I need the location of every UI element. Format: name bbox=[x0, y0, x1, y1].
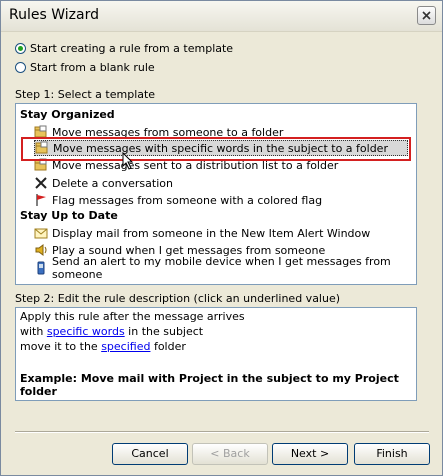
description-line-2: with specific words in the subject bbox=[20, 325, 203, 338]
specific-words-link[interactable]: specific words bbox=[47, 325, 125, 338]
list-item-flag-messages[interactable]: Flag messages from someone with a colore… bbox=[34, 192, 408, 208]
description-line-1: Apply this rule after the message arrive… bbox=[20, 310, 245, 323]
window-title: Rules Wizard bbox=[9, 7, 99, 23]
delete-x-icon bbox=[34, 176, 48, 190]
description-text: with bbox=[20, 325, 47, 338]
radio-blank-option[interactable]: Start from a blank rule bbox=[15, 59, 155, 75]
rule-description-box: Apply this rule after the message arrive… bbox=[15, 307, 417, 401]
list-item-label: Display mail from someone in the New Ite… bbox=[52, 226, 371, 240]
button-separator bbox=[15, 431, 429, 433]
step2-label: Step 2: Edit the rule description (click… bbox=[15, 292, 341, 305]
specified-folder-link[interactable]: specified bbox=[101, 340, 150, 353]
radio-template-option[interactable]: Start creating a rule from a template bbox=[15, 40, 233, 56]
rules-wizard-window: Rules Wizard Start creating a rule from … bbox=[0, 0, 443, 476]
next-button[interactable]: Next > bbox=[272, 443, 348, 465]
group-header-stay-up-to-date: Stay Up to Date bbox=[20, 209, 118, 222]
description-text: in the subject bbox=[124, 325, 204, 338]
radio-template-label: Start creating a rule from a template bbox=[30, 41, 234, 55]
example-text: Example: Move mail with Project in the s… bbox=[20, 372, 399, 398]
description-text: folder bbox=[150, 340, 186, 353]
radio-button-checked[interactable] bbox=[15, 42, 26, 54]
description-line-3: move it to the specified folder bbox=[20, 340, 186, 353]
list-item-display-alert-window[interactable]: Display mail from someone in the New Ite… bbox=[34, 225, 408, 241]
mouse-cursor-icon bbox=[122, 152, 134, 170]
alert-window-icon bbox=[34, 226, 48, 240]
cancel-button[interactable]: Cancel bbox=[112, 443, 188, 465]
description-text: move it to the bbox=[20, 340, 102, 353]
mobile-device-icon bbox=[34, 261, 48, 275]
list-item-label: Flag messages from someone with a colore… bbox=[52, 193, 323, 207]
step1-label: Step 1: Select a template bbox=[15, 88, 156, 101]
list-item-label: Delete a conversation bbox=[52, 176, 173, 190]
group-header-stay-organized: Stay Organized bbox=[20, 108, 115, 121]
close-icon bbox=[422, 11, 431, 20]
title-bar: Rules Wizard bbox=[1, 1, 442, 32]
sound-icon bbox=[34, 243, 48, 257]
list-item-mobile-alert[interactable]: Send an alert to my mobile device when I… bbox=[34, 255, 408, 281]
template-list[interactable]: Stay Organized Move messages from someon… bbox=[15, 103, 417, 285]
back-button[interactable]: < Back bbox=[192, 443, 268, 465]
finish-button[interactable]: Finish bbox=[354, 443, 430, 465]
radio-blank-label: Start from a blank rule bbox=[30, 60, 155, 74]
list-item-delete-conversation[interactable]: Delete a conversation bbox=[34, 175, 408, 191]
list-item-label: Send an alert to my mobile device when I… bbox=[52, 255, 391, 281]
red-flag-icon bbox=[34, 193, 48, 207]
highlight-box bbox=[21, 137, 411, 161]
radio-button-unchecked[interactable] bbox=[15, 61, 26, 73]
close-button[interactable] bbox=[417, 6, 436, 25]
